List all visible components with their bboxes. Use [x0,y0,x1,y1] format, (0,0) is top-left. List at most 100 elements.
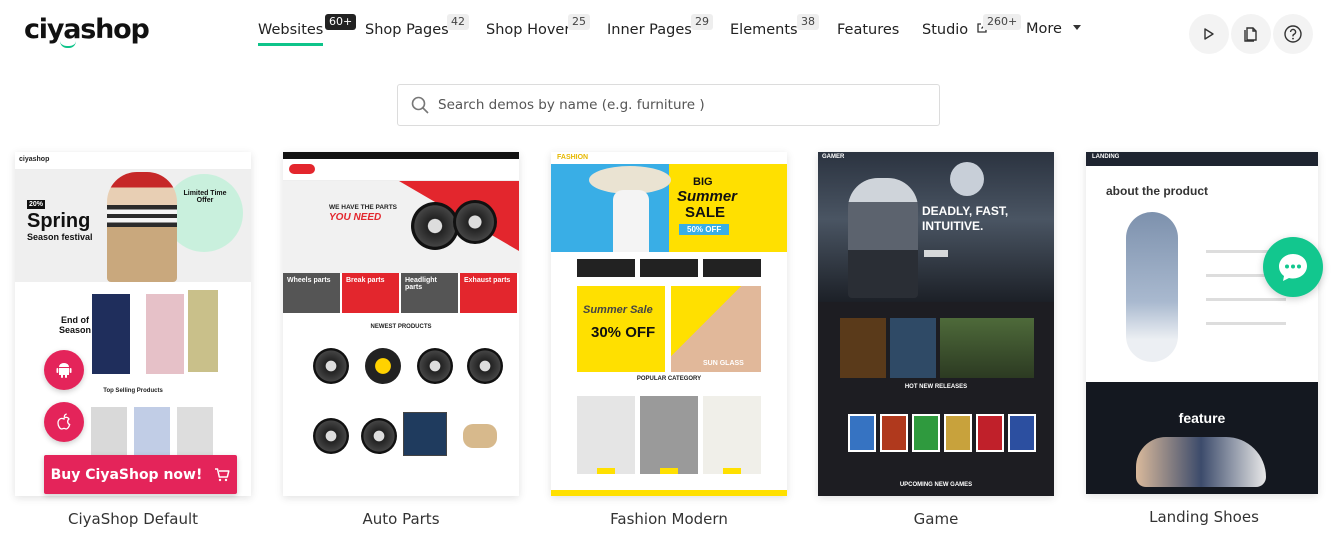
thumb-footer-strip [551,490,787,496]
thumb-text-line [1206,298,1286,301]
thumb-model-image [613,190,649,252]
nav-item-inner-pages[interactable]: Inner Pages [607,22,692,38]
thumb-shoe-image [1126,212,1178,362]
demo-card-fashion-modern[interactable]: FASHION BIG Summer SALE 50% OFF Summer S… [551,152,787,528]
thumb-product-image [577,396,635,474]
demo-thumbnail[interactable]: ciyashop 20% Spring Season festival Limi… [15,152,251,496]
thumb-product-image [92,294,130,374]
thumb-heading: about the product [1106,184,1208,198]
thumb-logo-mark [289,164,315,174]
caret-down-icon [1072,25,1081,30]
thumb-product-image [146,294,184,374]
demo-card-ciyashop-default[interactable]: ciyashop 20% Spring Season festival Limi… [15,152,251,528]
demo-title[interactable]: Fashion Modern [551,510,787,528]
nav-label: Features [837,22,900,38]
nav-label: Elements [730,22,798,38]
thumb-moon-image [950,162,984,196]
thumb-tile: Wheels parts [283,273,342,313]
nav-label: Inner Pages [607,22,692,38]
help-icon [1284,25,1302,43]
thumb-logo: ciyashop [19,156,50,163]
demo-thumbnail[interactable]: GAMER DEADLY, FAST, INTUITIVE. HOT NEW R… [818,152,1054,496]
thumb-product-image [703,396,761,474]
chat-widget-button[interactable] [1263,237,1323,297]
nav-badge-studio: 260+ [983,14,1022,30]
demo-title[interactable]: Landing Shoes [1086,508,1322,526]
nav-badge-shop-pages: 42 [447,14,469,30]
nav-label: Websites [258,22,324,38]
play-icon [1204,28,1214,40]
document-icon [1244,27,1257,42]
nav-item-elements[interactable]: Elements [730,22,798,38]
demo-card-game[interactable]: GAMER DEADLY, FAST, INTUITIVE. HOT NEW R… [818,152,1054,528]
android-app-button[interactable] [44,350,84,390]
nav-badge-shop-hover: 25 [568,14,590,30]
thumb-product-image [640,396,698,474]
demo-thumbnail[interactable]: FASHION BIG Summer SALE 50% OFF Summer S… [551,152,787,496]
demo-thumbnail[interactable]: LANDING about the product feature [1086,152,1318,494]
thumb-tile: Exhaust parts [460,273,519,313]
play-button[interactable] [1189,14,1229,54]
ciyashop-logo[interactable]: ciyashop [24,14,150,48]
thumb-nav [283,159,519,181]
android-icon [56,363,72,378]
thumb-glass: SUN GLASS [703,360,744,367]
thumb-game-cover [880,414,908,452]
apple-app-button[interactable] [44,402,84,442]
nav-label: Shop Hover [486,22,571,38]
thumb-label [660,468,678,474]
demo-title[interactable]: CiyaShop Default [15,510,251,528]
buy-label: Buy CiyaShop now! [50,466,203,483]
thumb-product-image [313,418,349,454]
thumb-feature-bar [577,259,635,277]
thumb-topbar [283,152,519,159]
thumb-category: POPULAR CATEGORY [636,376,702,382]
thumb-text-line [1206,322,1286,325]
thumb-feature: feature [1178,410,1226,426]
thumb-model-image [107,172,177,282]
buy-ciyashop-button[interactable]: Buy CiyaShop now! [44,455,237,494]
nav-badge-inner-pages: 29 [691,14,713,30]
documentation-button[interactable] [1231,14,1271,54]
thumb-promo-off: 30% OFF [591,324,656,341]
thumb-game-tile [840,318,886,378]
thumb-product-image [361,418,397,454]
thumb-label [597,468,615,474]
thumb-tile: Headlight parts [401,273,460,313]
thumb-section: Top Selling Products [103,388,163,394]
thumb-offer: Limited Time Offer [183,190,227,204]
thumb-headline: DEADLY, FAST, INTUITIVE. [922,204,1009,233]
thumb-product-image [365,348,401,384]
thumb-logo: GAMER [822,154,845,160]
thumb-topbar: ciyashop [15,152,251,170]
thumb-game-cover [912,414,940,452]
thumb-feature-bar [703,259,761,277]
nav-item-more[interactable]: More [1026,21,1081,37]
demo-card-auto-parts[interactable]: WE HAVE THE PARTS YOU NEED Wheels parts … [283,152,519,528]
cart-icon [215,467,230,481]
thumb-off: 50% OFF [679,224,730,235]
demo-title[interactable]: Game [818,510,1054,528]
search-input[interactable] [438,97,918,113]
nav-item-shop-pages[interactable]: Shop Pages [365,22,449,38]
thumb-game-cover [848,414,876,452]
nav-item-shop-hover[interactable]: Shop Hover [486,22,570,38]
nav-item-studio[interactable]: Studio [922,22,987,38]
thumb-product-image [417,348,453,384]
chat-icon [1279,254,1307,281]
thumb-section: NEWEST PRODUCTS [370,324,432,330]
thumb-logo: LANDING [1092,154,1120,160]
thumb-game-cover [976,414,1004,452]
nav-item-features[interactable]: Features [837,22,899,38]
demo-card-landing-shoes[interactable]: LANDING about the product feature Landin… [1086,152,1318,526]
help-button[interactable] [1273,14,1313,54]
thumb-product-image [188,290,218,372]
nav-badge-elements: 38 [797,14,819,30]
thumb-game-tile [940,318,1034,378]
nav-label: Shop Pages [365,22,449,38]
demo-thumbnail[interactable]: WE HAVE THE PARTS YOU NEED Wheels parts … [283,152,519,496]
demo-title[interactable]: Auto Parts [283,510,519,528]
thumb-section2: UPCOMING NEW GAMES [899,482,973,488]
nav-item-websites[interactable]: Websites [258,22,324,46]
demo-search-box[interactable] [397,84,940,126]
